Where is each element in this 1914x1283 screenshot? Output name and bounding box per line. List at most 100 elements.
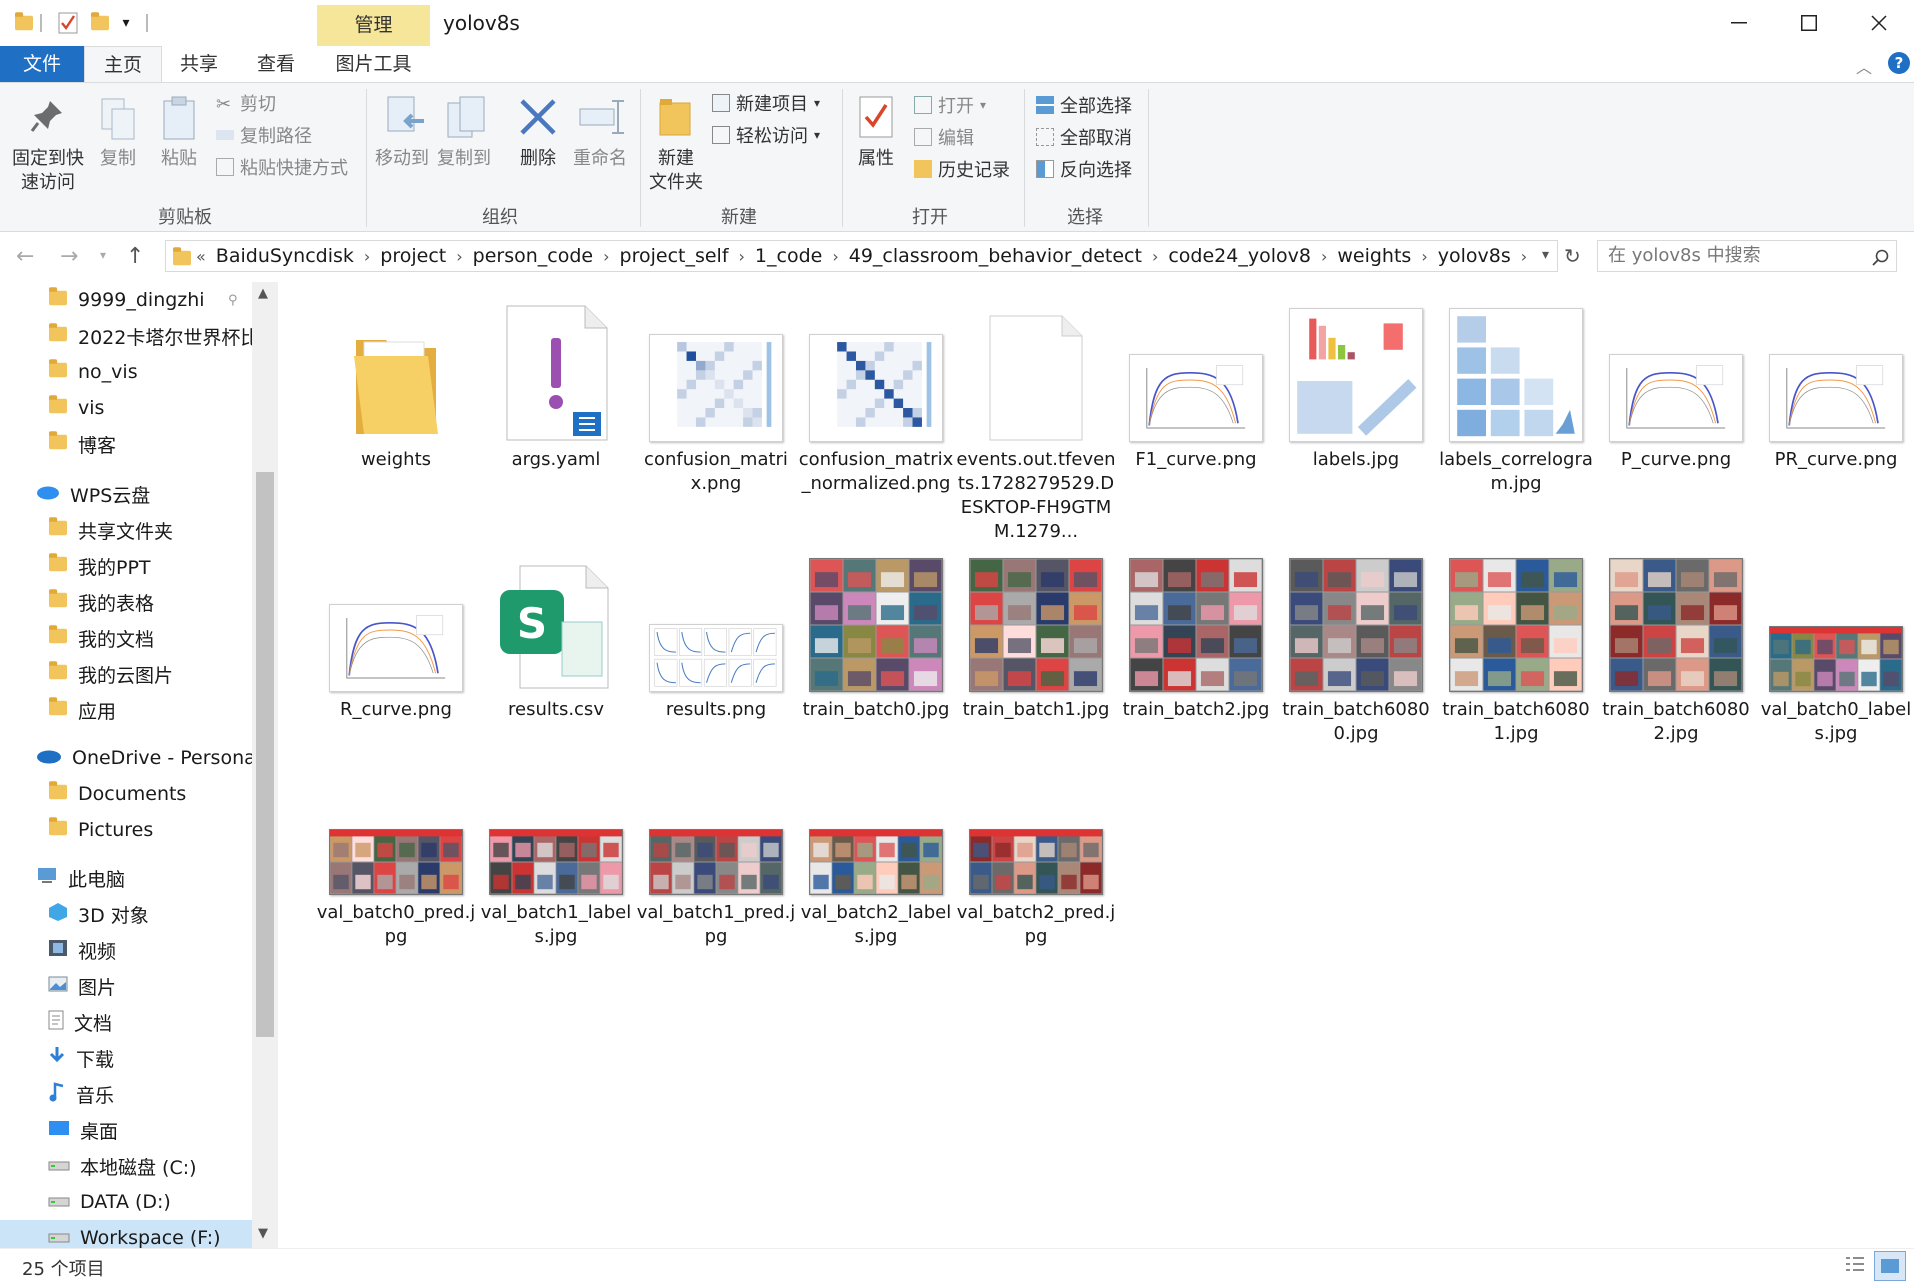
chevron-right-icon[interactable]: › [1152,242,1158,272]
copy-button[interactable]: 复制 [94,147,142,171]
up-arrow-icon[interactable]: ↑ [126,244,144,269]
sidebar-item-documents[interactable]: Documents [0,776,252,812]
scroll-down-icon[interactable]: ▼ [258,1226,268,1241]
maximize-button[interactable] [1774,0,1844,46]
folder-icon [12,10,36,36]
sidebar-item-worldcup[interactable]: 2022卡塔尔世界杯比赛 [0,318,252,354]
sidebar-item-videos[interactable]: 视频 [0,932,252,968]
sidebar-item-vis[interactable]: vis [0,390,252,426]
sidebar-item-pictures[interactable]: Pictures [0,812,252,848]
sidebar-item-downloads[interactable]: 下载 [0,1040,252,1076]
tab-home[interactable]: 主页 [84,46,162,83]
sidebar-item-shared-folder[interactable]: 共享文件夹 [0,512,252,548]
image-thumbnail [1596,542,1756,692]
properties-check-icon[interactable] [56,10,80,36]
copy-path-button[interactable]: 复制路径 [216,121,312,149]
image-thumbnail [796,542,956,692]
history-button[interactable]: 历史记录 [914,155,1010,183]
breadcrumb-project[interactable]: project [380,241,446,271]
tab-view[interactable]: 查看 [236,46,316,82]
separator [842,89,843,227]
copy-to-button[interactable]: 复制到 [434,147,494,171]
refresh-icon[interactable]: ↻ [1564,244,1581,268]
collapse-ribbon-icon[interactable]: ︿ [1856,54,1872,78]
help-icon[interactable]: ? [1888,52,1910,74]
sidebar-item-3d-objects[interactable]: 3D 对象 [0,896,252,932]
sidebar-item-drive-d[interactable]: DATA (D:) [0,1184,252,1220]
chevron-right-icon[interactable]: › [1421,242,1427,272]
sidebar-item-my-cloud-pictures[interactable]: 我的云图片 [0,656,252,692]
breadcrumb-weights[interactable]: weights [1337,241,1411,271]
select-none-button[interactable]: 全部取消 [1036,123,1132,151]
chevron-right-icon[interactable]: › [1521,242,1527,272]
sidebar-item-dingzhi[interactable]: 9999_dingzhi ⚲ [0,282,252,318]
details-view-icon[interactable] [1844,1255,1868,1277]
minimize-button[interactable] [1704,0,1774,46]
chevron-right-icon[interactable]: › [456,242,462,272]
address-bar[interactable]: « BaiduSyncdisk › project › person_code › proje… [165,240,1558,272]
move-to-button[interactable]: 移动到 [372,147,432,171]
tab-file[interactable]: 文件 [0,46,84,82]
edit-button[interactable]: 编辑 [914,123,974,151]
forward-arrow-icon[interactable]: → [60,244,78,269]
scroll-up-icon[interactable]: ▲ [258,286,268,301]
edit-icon [914,128,932,146]
recent-locations-chevron-icon[interactable]: ▾ [100,248,106,262]
open-button[interactable]: 打开 ▾ [914,91,986,119]
sidebar-item-my-ppt[interactable]: 我的PPT [0,548,252,584]
large-icons-view-icon[interactable] [1874,1251,1906,1281]
search-icon[interactable] [1872,248,1890,272]
sidebar-item-desktop[interactable]: 桌面 [0,1112,252,1148]
copy-icon [100,97,136,146]
rename-button[interactable]: 重命名 [568,147,632,171]
breadcrumb-yolov8s[interactable]: yolov8s [1438,241,1511,271]
address-dropdown-icon[interactable]: ▾ [1542,247,1549,263]
breadcrumb-code24-yolov8[interactable]: code24_yolov8 [1168,241,1311,271]
paste-button[interactable]: 粘贴 [154,147,204,171]
sidebar-item-music[interactable]: 音乐 [0,1076,252,1112]
sidebar-item-my-sheets[interactable]: 我的表格 [0,584,252,620]
select-all-button[interactable]: 全部选择 [1036,91,1132,119]
chevron-right-icon[interactable]: › [603,242,609,272]
cut-button[interactable]: ✂ 剪切 [216,89,276,117]
sidebar-item-drive-c[interactable]: 本地磁盘 (C:) [0,1148,252,1184]
sidebar-item-wps-cloud[interactable]: WPS云盘 [0,476,252,512]
breadcrumb-49-classroom[interactable]: 49_classroom_behavior_detect [849,241,1142,271]
breadcrumb-project-self[interactable]: project_self [620,241,729,271]
sidebar-item-apps[interactable]: 应用 [0,692,252,728]
breadcrumb-person-code[interactable]: person_code [473,241,593,271]
back-arrow-icon[interactable]: ← [16,244,34,269]
group-clipboard-label: 剪贴板 [158,207,212,228]
tab-manage[interactable]: 管理 [317,5,430,46]
chevron-right-icon[interactable]: › [1321,242,1327,272]
scrollbar-thumb[interactable] [256,472,274,1037]
sidebar-item-blog[interactable]: 博客 [0,426,252,462]
search-input[interactable]: 在 yolov8s 中搜索 [1597,240,1897,272]
breadcrumb-baidusyncdisk[interactable]: BaiduSyncdisk [216,241,354,271]
easy-access-button[interactable]: 轻松访问 ▾ [712,121,820,149]
sidebar-item-my-docs[interactable]: 我的文档 [0,620,252,656]
new-folder-button[interactable]: 新建 文件夹 [640,147,712,195]
sidebar-item-onedrive[interactable]: OneDrive - Personal [0,740,252,776]
new-item-button[interactable]: 新建项目 ▾ [712,89,820,117]
sidebar-scrollbar[interactable]: ▲ ▼ [252,282,278,1248]
tab-share[interactable]: 共享 [162,46,236,82]
customize-quick-access-icon[interactable]: ▾ [116,10,136,36]
sidebar-item-no-vis[interactable]: no_vis [0,354,252,390]
breadcrumb-1-code[interactable]: 1_code [755,241,822,271]
chevron-right-icon[interactable]: › [832,242,838,272]
sidebar-item-documents-lib[interactable]: 文档 [0,1004,252,1040]
delete-button[interactable]: 删除 [512,147,564,171]
close-button[interactable] [1844,0,1914,46]
chevron-right-icon[interactable]: › [739,242,745,272]
new-folder-quick-icon[interactable] [88,10,112,36]
invert-selection-button[interactable]: 反向选择 [1036,155,1132,183]
sidebar-item-pictures-lib[interactable]: 图片 [0,968,252,1004]
pin-quick-access-button[interactable]: 固定到快 速访问 [6,147,90,195]
chevron-right-icon[interactable]: › [364,242,370,272]
overflow-chevron-icon[interactable]: « [196,242,206,272]
tab-picture-tools[interactable]: 图片工具 [317,46,430,82]
sidebar-item-this-pc[interactable]: 此电脑 [0,860,252,896]
properties-button[interactable]: 属性 [846,147,906,171]
paste-shortcut-button[interactable]: 粘贴快捷方式 [216,153,348,181]
